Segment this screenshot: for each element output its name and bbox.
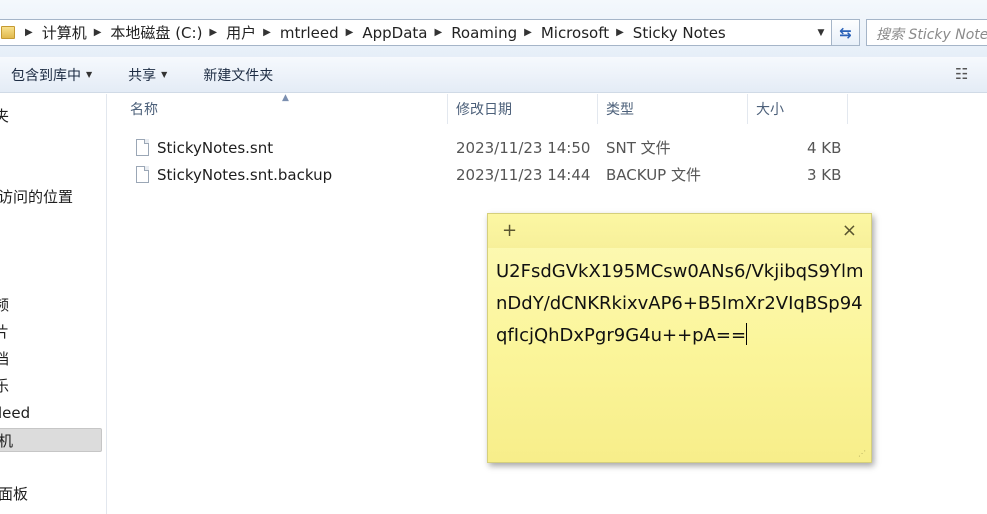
command-bar: 包含到库中 ▼ 共享 ▼ 新建文件夹 ☷ — [0, 57, 987, 93]
file-row[interactable]: StickyNotes.snt.backup 2023/11/23 14:44 … — [107, 162, 867, 188]
file-icon — [136, 139, 149, 156]
file-size: 3 KB — [807, 166, 842, 184]
text-caret — [746, 323, 748, 345]
sticky-note-content: U2FsdGVkX195MCsw0ANs6/VkjibqS9YlmnDdY/dC… — [496, 261, 864, 346]
share-button[interactable]: 共享 ▼ — [117, 65, 167, 85]
file-type: SNT 文件 — [606, 139, 671, 157]
nav-item-recent-places[interactable]: 访问的位置 — [0, 185, 73, 209]
new-folder-button[interactable]: 新建文件夹 — [192, 65, 273, 85]
breadcrumb-microsoft[interactable]: Microsoft — [541, 24, 609, 42]
nav-item-pictures[interactable]: 片 — [0, 320, 9, 344]
address-row: ▶ 计算机 ▶ 本地磁盘 (C:) ▶ 用户 ▶ mtrleed ▶ AppDa… — [0, 0, 987, 60]
file-modified: 2023/11/23 14:44 — [456, 166, 591, 184]
file-size: 4 KB — [807, 139, 842, 157]
file-icon — [136, 166, 149, 183]
breadcrumb-sticky-notes[interactable]: Sticky Notes — [633, 24, 726, 42]
new-folder-label: 新建文件夹 — [203, 67, 274, 84]
include-in-library-button[interactable]: 包含到库中 ▼ — [0, 65, 92, 85]
chevron-right-icon[interactable]: ▶ — [524, 27, 532, 38]
chevron-right-icon[interactable]: ▶ — [209, 27, 217, 38]
column-header-size[interactable]: 大小 — [748, 94, 848, 124]
column-header-type[interactable]: 类型 — [598, 94, 748, 124]
refresh-icon: ⇆ — [839, 23, 852, 42]
caret-down-icon: ▼ — [161, 70, 168, 79]
share-label: 共享 — [128, 67, 157, 84]
sticky-note[interactable]: + × U2FsdGVkX195MCsw0ANs6/VkjibqS9YlmnDd… — [487, 213, 872, 463]
file-name: StickyNotes.snt — [157, 139, 274, 157]
file-name: StickyNotes.snt.backup — [157, 166, 333, 184]
chevron-right-icon[interactable]: ▶ — [346, 27, 354, 38]
chevron-right-icon[interactable]: ▶ — [616, 27, 624, 38]
refresh-button[interactable]: ⇆ — [832, 19, 860, 46]
sticky-note-text[interactable]: U2FsdGVkX195MCsw0ANs6/VkjibqS9YlmnDdY/dC… — [496, 256, 866, 352]
search-input[interactable]: 搜索 Sticky Notes — [866, 19, 987, 46]
navigation-pane: 夹 访问的位置 频 片 档 乐 leed 机 面板 — [0, 94, 107, 514]
chevron-right-icon[interactable]: ▶ — [434, 27, 442, 38]
file-row[interactable]: StickyNotes.snt 2023/11/23 14:50 SNT 文件 … — [107, 135, 867, 161]
include-in-library-label: 包含到库中 — [11, 67, 81, 84]
resize-grip-icon[interactable]: ⋰ — [858, 449, 868, 459]
breadcrumb-local-disk[interactable]: 本地磁盘 (C:) — [110, 22, 202, 43]
folder-icon — [1, 26, 15, 39]
nav-item-music[interactable]: 乐 — [0, 374, 9, 398]
nav-item-control-panel[interactable]: 面板 — [0, 482, 28, 506]
chevron-right-icon[interactable]: ▶ — [263, 27, 271, 38]
breadcrumb-roaming[interactable]: Roaming — [451, 24, 517, 42]
view-options-icon[interactable]: ☷ — [955, 66, 975, 82]
sticky-note-title-bar[interactable]: + × — [488, 214, 871, 248]
chevron-right-icon[interactable]: ▶ — [25, 27, 33, 38]
column-header-name[interactable]: 名称 — [107, 94, 448, 124]
address-dropdown-icon[interactable]: ▼ — [815, 20, 827, 45]
chevron-right-icon[interactable]: ▶ — [94, 27, 102, 38]
file-type: BACKUP 文件 — [606, 166, 701, 184]
nav-item-documents[interactable]: 档 — [0, 347, 9, 371]
breadcrumb-user[interactable]: mtrleed — [280, 24, 339, 42]
nav-item-videos[interactable]: 频 — [0, 293, 9, 317]
column-header-modified[interactable]: 修改日期 — [448, 94, 598, 124]
file-modified: 2023/11/23 14:50 — [456, 139, 591, 157]
breadcrumb-appdata[interactable]: AppData — [362, 24, 427, 42]
nav-item-computer[interactable]: 机 — [0, 428, 102, 452]
column-header-row: ▲ 名称 修改日期 类型 大小 — [107, 93, 987, 124]
close-note-button[interactable]: × — [842, 219, 857, 243]
nav-item-user[interactable]: leed — [0, 401, 30, 425]
breadcrumb-users[interactable]: 用户 — [226, 22, 256, 43]
new-note-button[interactable]: + — [502, 219, 517, 243]
caret-down-icon: ▼ — [86, 70, 93, 79]
address-bar[interactable]: ▶ 计算机 ▶ 本地磁盘 (C:) ▶ 用户 ▶ mtrleed ▶ AppDa… — [0, 19, 832, 46]
breadcrumb-computer[interactable]: 计算机 — [42, 22, 87, 43]
nav-item-favorites[interactable]: 夹 — [0, 104, 9, 128]
